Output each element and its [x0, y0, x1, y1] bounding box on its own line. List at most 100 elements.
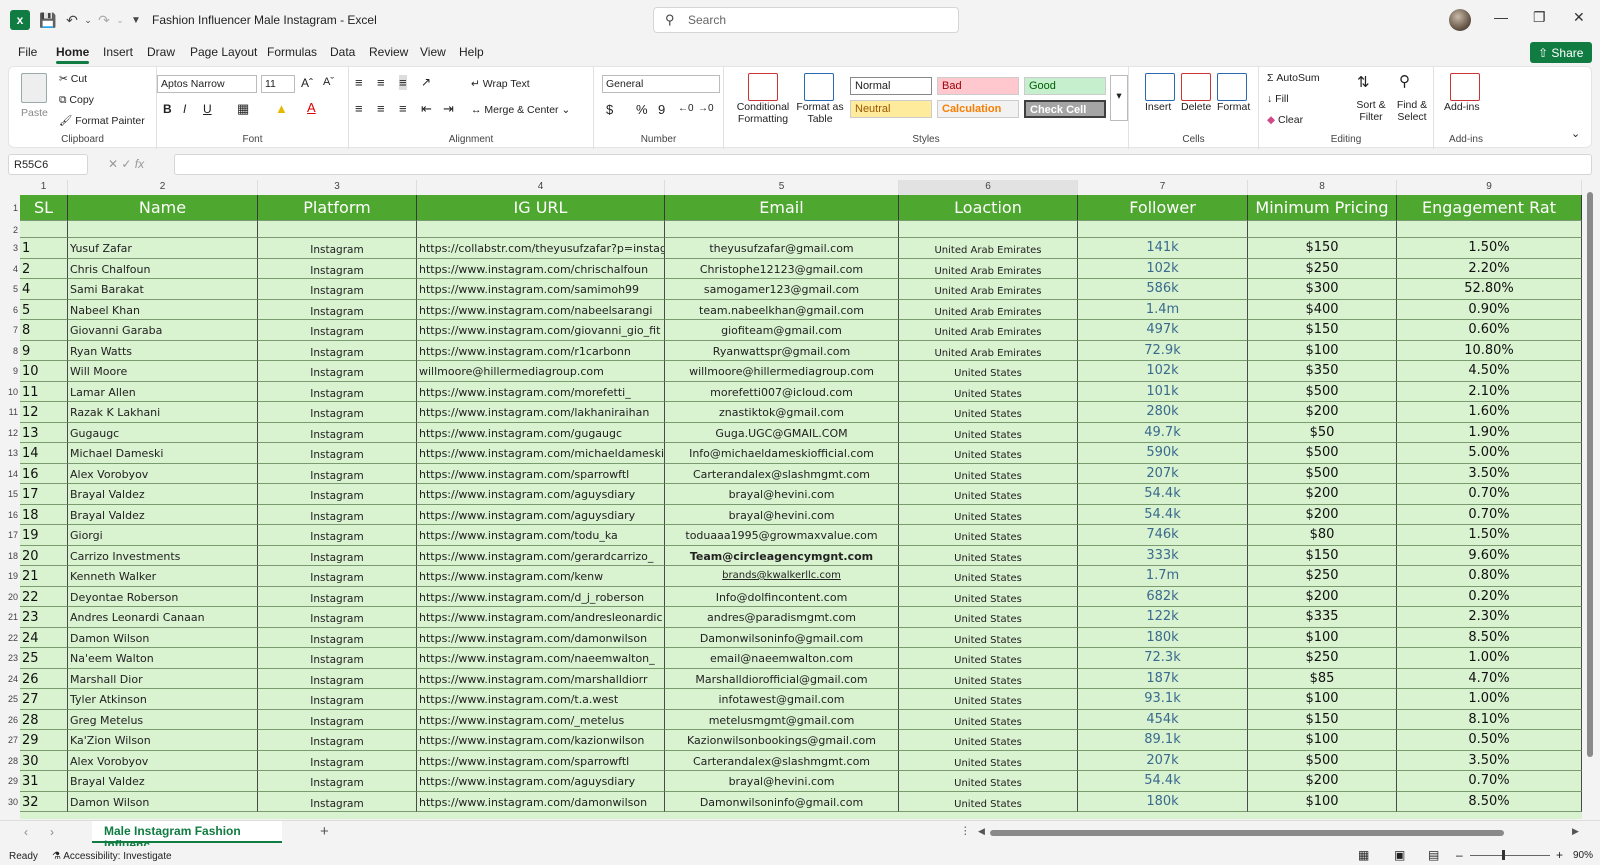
cell-platform[interactable]: Instagram [258, 586, 417, 607]
cell-name[interactable]: Ka'Zion Wilson [68, 730, 258, 751]
cell-follower[interactable]: 89.1k [1078, 730, 1248, 751]
paste-button[interactable]: Paste [21, 107, 48, 119]
style-bad[interactable]: Bad [937, 77, 1019, 95]
cell-location[interactable]: United Arab Emirates [899, 340, 1078, 361]
column-header-5[interactable]: 5 [665, 180, 899, 195]
row-header-8[interactable]: 8 [0, 340, 20, 361]
cell-ig-url[interactable]: https://www.instagram.com/damonwilson [417, 791, 665, 812]
cell-email[interactable]: Marshalldiorofficial@gmail.com [665, 668, 899, 689]
cell-engagement-rate[interactable]: 0.70% [1397, 504, 1582, 525]
cell-platform[interactable]: Instagram [258, 750, 417, 771]
cell-sl[interactable]: 19 [20, 525, 68, 546]
cell-sl[interactable]: 8 [20, 320, 68, 341]
bold-button[interactable]: B [163, 102, 172, 116]
row-header-1[interactable]: 1 [0, 195, 20, 221]
share-button[interactable]: ⇧ Share [1530, 42, 1592, 63]
cell-email[interactable]: morefetti007@icloud.com [665, 381, 899, 402]
format-painter-button[interactable]: 🖌 Format Painter [59, 114, 145, 127]
cell-platform[interactable]: Instagram [258, 484, 417, 505]
menu-page-layout[interactable]: Page Layout [190, 45, 257, 59]
format-as-table-icon[interactable] [804, 73, 834, 101]
cell-platform[interactable]: Instagram [258, 320, 417, 341]
cell-name[interactable]: Damon Wilson [68, 791, 258, 812]
format-as-table-button[interactable]: Format as Table [796, 101, 844, 125]
orientation-icon[interactable]: ↗ [421, 75, 431, 89]
cell-sl[interactable]: 32 [20, 791, 68, 812]
cell-platform[interactable]: Instagram [258, 238, 417, 259]
style-good[interactable]: Good [1024, 77, 1106, 95]
cell-sl[interactable]: 17 [20, 484, 68, 505]
cell-location[interactable]: United States [899, 566, 1078, 587]
row-header-2[interactable]: 2 [0, 221, 20, 238]
cell-email[interactable]: Damonwilsoninfo@gmail.com [665, 791, 899, 812]
cell-location[interactable]: United Arab Emirates [899, 320, 1078, 341]
next-sheet-icon[interactable]: › [50, 825, 54, 839]
cell-minimum-pricing[interactable]: $500 [1248, 381, 1397, 402]
cell-location[interactable]: United States [899, 422, 1078, 443]
vertical-scroll-thumb[interactable] [1587, 192, 1593, 757]
cell-location[interactable]: United States [899, 689, 1078, 710]
cell-email[interactable]: email@naeemwalton.com [665, 648, 899, 669]
cell-minimum-pricing[interactable]: $300 [1248, 279, 1397, 300]
cell-engagement-rate[interactable]: 2.10% [1397, 381, 1582, 402]
cell-location[interactable]: United States [899, 730, 1078, 751]
cell-engagement-rate[interactable]: 1.50% [1397, 238, 1582, 259]
cell-email[interactable]: Carterandalex@slashmgmt.com [665, 463, 899, 484]
styles-more-icon[interactable]: ▾ [1110, 75, 1128, 121]
cell-engagement-rate[interactable]: 0.90% [1397, 299, 1582, 320]
cell-name[interactable]: Brayal Valdez [68, 484, 258, 505]
cell-email[interactable]: team.nabeelkhan@gmail.com [665, 299, 899, 320]
cell-name[interactable]: Greg Metelus [68, 709, 258, 730]
menu-formulas[interactable]: Formulas [267, 45, 317, 59]
increase-decimal-icon[interactable]: ←0 [678, 103, 694, 114]
cell-minimum-pricing[interactable]: $150 [1248, 238, 1397, 259]
decrease-decimal-icon[interactable]: →0 [698, 103, 714, 114]
cell-email[interactable]: willmoore@hillermediagroup.com [665, 361, 899, 382]
align-top-icon[interactable]: ≡ [355, 75, 363, 90]
cell-ig-url[interactable]: https://www.instagram.com/michaeldameski [417, 443, 665, 464]
fx-icon[interactable]: fx [135, 157, 144, 171]
header-sl[interactable]: SL [20, 195, 68, 221]
zoom-slider[interactable] [1470, 855, 1550, 856]
cell-email[interactable]: brands@kwalkerllc.com [665, 566, 899, 587]
row-header-4[interactable]: 4 [0, 258, 20, 279]
align-right-icon[interactable]: ≡ [399, 101, 407, 116]
fill-button[interactable]: ↓ Fill [1267, 93, 1289, 105]
cell-engagement-rate[interactable]: 1.00% [1397, 689, 1582, 710]
cell-follower[interactable]: 101k [1078, 381, 1248, 402]
cell-sl[interactable]: 22 [20, 586, 68, 607]
cell-platform[interactable]: Instagram [258, 627, 417, 648]
cell-name[interactable]: Deyontae Roberson [68, 586, 258, 607]
row-header-17[interactable]: 17 [0, 525, 20, 546]
cell-sl[interactable]: 25 [20, 648, 68, 669]
search-box[interactable]: ⚲ Search [653, 7, 959, 33]
minimize-icon[interactable]: — [1494, 9, 1508, 25]
cell-location[interactable]: United States [899, 525, 1078, 546]
cell-engagement-rate[interactable]: 1.90% [1397, 422, 1582, 443]
clear-button[interactable]: ◆ Clear [1267, 114, 1303, 126]
increase-indent-icon[interactable]: ⇥ [443, 101, 454, 117]
cell-ig-url[interactable]: https://www.instagram.com/_metelus [417, 709, 665, 730]
cell-name[interactable]: Gugaugc [68, 422, 258, 443]
sort-filter-button[interactable]: Sort & Filter [1351, 99, 1391, 123]
row-header-12[interactable]: 12 [0, 422, 20, 443]
cell-name[interactable]: Brayal Valdez [68, 771, 258, 792]
name-box[interactable]: R55C6 [8, 154, 88, 175]
prev-sheet-icon[interactable]: ‹ [24, 825, 28, 839]
cell-email[interactable]: brayal@hevini.com [665, 484, 899, 505]
cell-engagement-rate[interactable]: 0.50% [1397, 730, 1582, 751]
cell-follower[interactable]: 180k [1078, 791, 1248, 812]
underline-button[interactable]: U [203, 102, 212, 116]
cell-email[interactable]: toduaaa1995@growmaxvalue.com [665, 525, 899, 546]
cell-minimum-pricing[interactable]: $150 [1248, 320, 1397, 341]
cell-platform[interactable]: Instagram [258, 689, 417, 710]
number-format-select[interactable]: General [602, 75, 720, 93]
cell-platform[interactable]: Instagram [258, 279, 417, 300]
cell-follower[interactable]: 122k [1078, 607, 1248, 628]
cell-name[interactable]: Ryan Watts [68, 340, 258, 361]
cell-email[interactable]: Guga.UGC@GMAIL.COM [665, 422, 899, 443]
cell-sl[interactable]: 20 [20, 545, 68, 566]
cell-email[interactable]: samogamer123@gmail.com [665, 279, 899, 300]
header-platform[interactable]: Platform [258, 195, 417, 221]
row-header-7[interactable]: 7 [0, 320, 20, 341]
